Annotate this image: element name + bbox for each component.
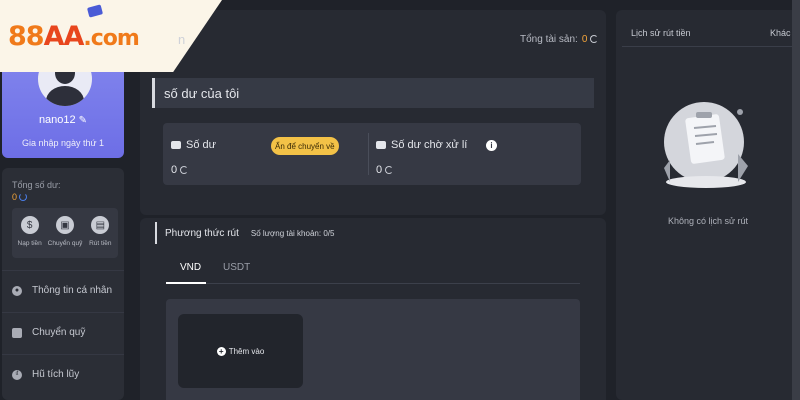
withdraw-history-panel	[616, 10, 800, 400]
plus-icon: +	[216, 346, 226, 356]
quick-actions: $ Nạp tiền ▣ Chuyển quỹ ▤ Rút tiền	[12, 208, 118, 258]
scrollbar[interactable]	[792, 0, 800, 400]
username: nano12 ✎	[38, 114, 88, 126]
logo-text: 88AA.com	[8, 20, 140, 52]
history-title: Lịch sử rút tiền	[631, 28, 691, 38]
refresh-icon[interactable]	[590, 35, 599, 43]
balance-label: Số dư	[171, 139, 216, 151]
balance-column: Số dư Ẩn để chuyển về 0	[171, 123, 367, 185]
wallet-icon	[12, 327, 22, 338]
withdraw-icon: ▤	[91, 216, 110, 234]
join-day-text: Gia nhập ngày thứ 1	[21, 138, 105, 148]
asset-total: Tổng tài sản: 0	[520, 34, 599, 45]
pending-label: Số dư chờ xử lí	[376, 139, 467, 151]
wallet-icon: ▣	[55, 216, 74, 234]
pending-column: Số dư chờ xử lí i 0	[376, 123, 572, 185]
refresh-icon[interactable]	[385, 166, 394, 174]
tab-vnd[interactable]: VND	[165, 262, 207, 284]
withdraw-method-title: Phương thức rút Số lượng tài khoản: 0/5	[155, 222, 334, 244]
deposit-button[interactable]: $ Nạp tiền	[12, 208, 47, 258]
savings-icon: ₫	[12, 369, 22, 380]
sidebar: Tổng số dư: 0 $ Nạp tiền ▣ Chuyển quỹ ▤ …	[2, 168, 124, 400]
pending-value: 0	[376, 164, 394, 176]
balance-value: 0	[171, 164, 189, 176]
divider	[622, 46, 800, 47]
page-title: n	[178, 32, 186, 47]
divider	[368, 133, 369, 175]
total-balance-label: Tổng số dư:	[12, 180, 61, 190]
menu-item-transfer[interactable]: Chuyển quỹ	[2, 312, 124, 352]
account-count: Số lượng tài khoản: 0/5	[250, 228, 335, 238]
total-balance-value: 0	[12, 192, 28, 202]
transfer-button[interactable]: ▣ Chuyển quỹ	[47, 208, 82, 258]
deposit-icon: $	[20, 216, 39, 234]
info-icon[interactable]: i	[486, 140, 497, 151]
balance-section-title: số dư của tôi	[152, 78, 594, 108]
menu-item-savings[interactable]: ₫ Hũ tích lũy	[2, 354, 124, 394]
balance-box: Số dư Ẩn để chuyển về 0 Số dư chờ xử lí …	[163, 123, 581, 185]
add-account-button[interactable]: + Thêm vào	[178, 314, 303, 388]
currency-tabs: VND USDT	[165, 252, 580, 284]
refresh-icon[interactable]	[180, 166, 189, 174]
tab-usdt[interactable]: USDT	[223, 262, 250, 273]
user-icon: ●	[12, 285, 22, 296]
wallet-icon	[376, 141, 386, 149]
refresh-icon[interactable]	[19, 193, 28, 201]
empty-history-illustration	[664, 102, 748, 188]
empty-history-text: Không có lịch sử rút	[667, 216, 749, 226]
hide-transfer-button[interactable]: Ẩn để chuyển về	[271, 137, 339, 155]
withdraw-button[interactable]: ▤ Rút tiền	[83, 208, 118, 258]
wallet-icon	[171, 141, 181, 149]
dice-icon	[86, 4, 104, 18]
menu-item-profile[interactable]: ● Thông tin cá nhân	[2, 270, 124, 310]
pencil-icon[interactable]: ✎	[79, 115, 87, 126]
